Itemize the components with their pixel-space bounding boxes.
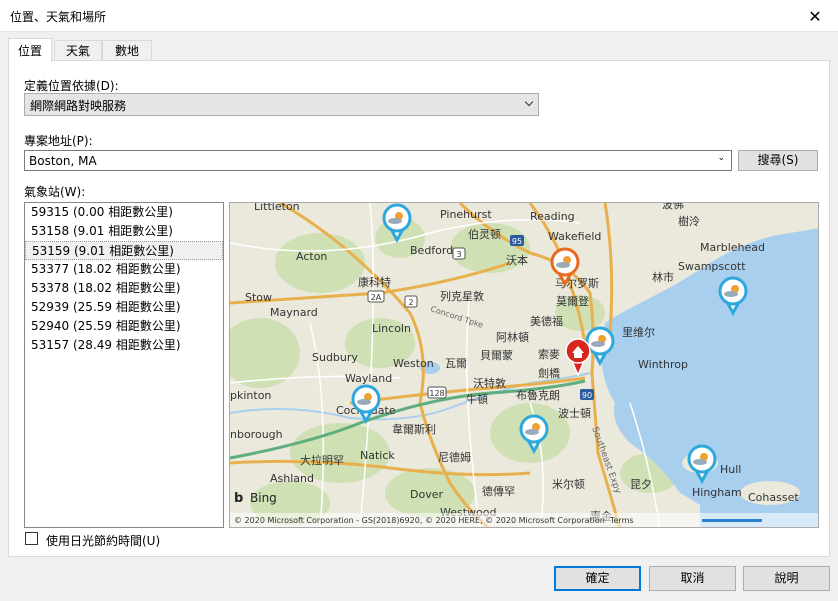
place-ashland: Ashland bbox=[270, 472, 314, 485]
list-item[interactable]: 53378 (18.02 相距數公里) bbox=[25, 279, 223, 298]
place-pinehurst: Pinehurst bbox=[440, 208, 492, 221]
list-item[interactable]: 53158 (9.01 相距數公里) bbox=[25, 222, 223, 241]
close-icon[interactable]: ✕ bbox=[792, 0, 838, 32]
list-item[interactable]: 53159 (9.01 相距數公里) bbox=[25, 241, 223, 260]
place-meidefu: 美德福 bbox=[530, 314, 563, 328]
place-hull: Hull bbox=[720, 463, 741, 476]
place-revere: 里维尔 bbox=[622, 326, 655, 339]
place-milton: 米尔顿 bbox=[552, 477, 585, 491]
place-somerville: 索麥 bbox=[538, 347, 560, 361]
place-hborough: nborough bbox=[230, 428, 283, 441]
route-shield: 128 bbox=[427, 386, 447, 399]
route-shield: 3 bbox=[452, 247, 466, 260]
place-lincoln: Lincoln bbox=[372, 322, 411, 335]
define-location-label: 定義位置依據(D): bbox=[24, 79, 119, 93]
scale-bar bbox=[702, 519, 762, 522]
define-location-select[interactable]: 網際網路對映服務 bbox=[24, 93, 539, 116]
bing-icon: b bbox=[234, 491, 243, 506]
place-lexington: 列克星敦 bbox=[440, 289, 484, 303]
place-framingham: 韋爾斯利 bbox=[392, 423, 436, 436]
svg-text:90: 90 bbox=[582, 391, 592, 400]
svg-text:2A: 2A bbox=[371, 293, 382, 302]
place-quincy: 昆夕 bbox=[630, 478, 652, 491]
place-reading: Reading bbox=[530, 210, 575, 223]
place-swampscott: Swampscott bbox=[678, 260, 746, 273]
place-waltham: 瓦爾 bbox=[445, 357, 467, 370]
address-value: Boston, MA bbox=[29, 154, 97, 168]
list-item[interactable]: 53157 (28.49 相距數公里) bbox=[25, 336, 223, 355]
tab-location[interactable]: 位置 bbox=[8, 38, 52, 62]
tab-site[interactable]: 數地 bbox=[102, 40, 152, 62]
place-arlington: 阿林頓 bbox=[496, 330, 529, 344]
dst-checkbox[interactable] bbox=[25, 532, 38, 545]
address-input[interactable]: Boston, MA ⌄ bbox=[24, 150, 732, 171]
map-canvas: Littleton Pinehurst Reading Bedford 伯灵顿 … bbox=[230, 203, 818, 527]
address-label: 專案地址(P): bbox=[24, 134, 93, 148]
help-button[interactable]: 說明 bbox=[743, 566, 830, 591]
place-weston: Weston bbox=[393, 357, 434, 370]
route-shield: 2 bbox=[404, 295, 418, 308]
place-littleton: Littleton bbox=[254, 203, 300, 213]
stations-label: 氣象站(W): bbox=[24, 185, 86, 199]
define-location-value: 網際網路對映服務 bbox=[30, 99, 127, 113]
place-acton: Acton bbox=[296, 250, 327, 263]
place-cambridge: 劍橋 bbox=[538, 366, 560, 380]
place-bolingdun: 伯灵顿 bbox=[468, 227, 501, 241]
route-shield: 2A bbox=[367, 290, 385, 303]
place-bedford: Bedford bbox=[410, 244, 453, 257]
place-bofu: 波佛 bbox=[662, 203, 684, 211]
place-taohu: 樹泠 bbox=[678, 215, 700, 228]
bing-label: Bing bbox=[250, 491, 277, 505]
route-shield: 90 bbox=[580, 389, 594, 400]
svg-text:2: 2 bbox=[408, 298, 413, 307]
list-item[interactable]: 53377 (18.02 相距數公里) bbox=[25, 260, 223, 279]
ok-button[interactable]: 確定 bbox=[554, 566, 641, 591]
svg-text:128: 128 bbox=[429, 389, 444, 398]
place-kangkete: 康科特 bbox=[358, 275, 391, 289]
place-brookline: 布魯克朗 bbox=[516, 388, 560, 402]
place-woburn: 沃本 bbox=[506, 253, 528, 267]
chevron-down-icon bbox=[524, 97, 534, 107]
place-wayland: Wayland bbox=[345, 372, 392, 385]
map-terms-link: Terms bbox=[609, 516, 634, 525]
list-item[interactable]: 52940 (25.59 相距數公里) bbox=[25, 317, 223, 336]
place-dedham: 德傳罕 bbox=[482, 484, 515, 498]
place-newton: 牛頓 bbox=[466, 392, 488, 406]
list-item[interactable]: 59315 (0.00 相距數公里) bbox=[25, 203, 223, 222]
place-cohasset: Cohasset bbox=[748, 491, 799, 504]
map-copyright: © 2020 Microsoft Corporation - GS(2018)6… bbox=[234, 516, 605, 525]
dst-label: 使用日光節約時間(U) bbox=[46, 534, 161, 548]
svg-text:95: 95 bbox=[512, 237, 522, 246]
place-dover: Dover bbox=[410, 488, 443, 501]
map-view[interactable]: Littleton Pinehurst Reading Bedford 伯灵顿 … bbox=[229, 202, 819, 528]
place-sudbury: Sudbury bbox=[312, 351, 358, 364]
tab-weather[interactable]: 天氣 bbox=[54, 40, 102, 62]
place-belmont: 貝爾蒙 bbox=[480, 349, 513, 362]
title-bar: 位置、天氣和場所 ✕ bbox=[0, 0, 838, 32]
place-natick: Natick bbox=[360, 449, 395, 462]
search-button[interactable]: 搜尋(S) bbox=[738, 150, 818, 171]
chevron-down-icon[interactable]: ⌄ bbox=[717, 153, 725, 163]
place-stow: Stow bbox=[245, 291, 272, 304]
place-winthrop: Winthrop bbox=[638, 358, 688, 371]
place-dalantimo: 大拉明罕 bbox=[300, 453, 344, 467]
place-wakefield: Wakefield bbox=[548, 230, 601, 243]
place-moleden: 莫爾登 bbox=[556, 294, 589, 308]
place-marblehead: Marblehead bbox=[700, 241, 765, 254]
list-item[interactable]: 52939 (25.59 相距數公里) bbox=[25, 298, 223, 317]
place-linshi: 林市 bbox=[652, 270, 674, 284]
place-boston: 波士頓 bbox=[558, 406, 591, 420]
window-title: 位置、天氣和場所 bbox=[10, 10, 107, 24]
route-shield: 95 bbox=[510, 235, 524, 246]
place-hopkinton: pkinton bbox=[230, 389, 271, 402]
place-maynard: Maynard bbox=[270, 306, 318, 319]
place-needham: 尼德姆 bbox=[438, 450, 471, 464]
place-watertown: 沃特敦 bbox=[473, 376, 506, 390]
place-hingham: Hingham bbox=[692, 486, 742, 499]
svg-text:3: 3 bbox=[456, 250, 461, 259]
station-list[interactable]: 59315 (0.00 相距數公里) 53158 (9.01 相距數公里) 53… bbox=[24, 202, 224, 528]
cancel-button[interactable]: 取消 bbox=[649, 566, 736, 591]
